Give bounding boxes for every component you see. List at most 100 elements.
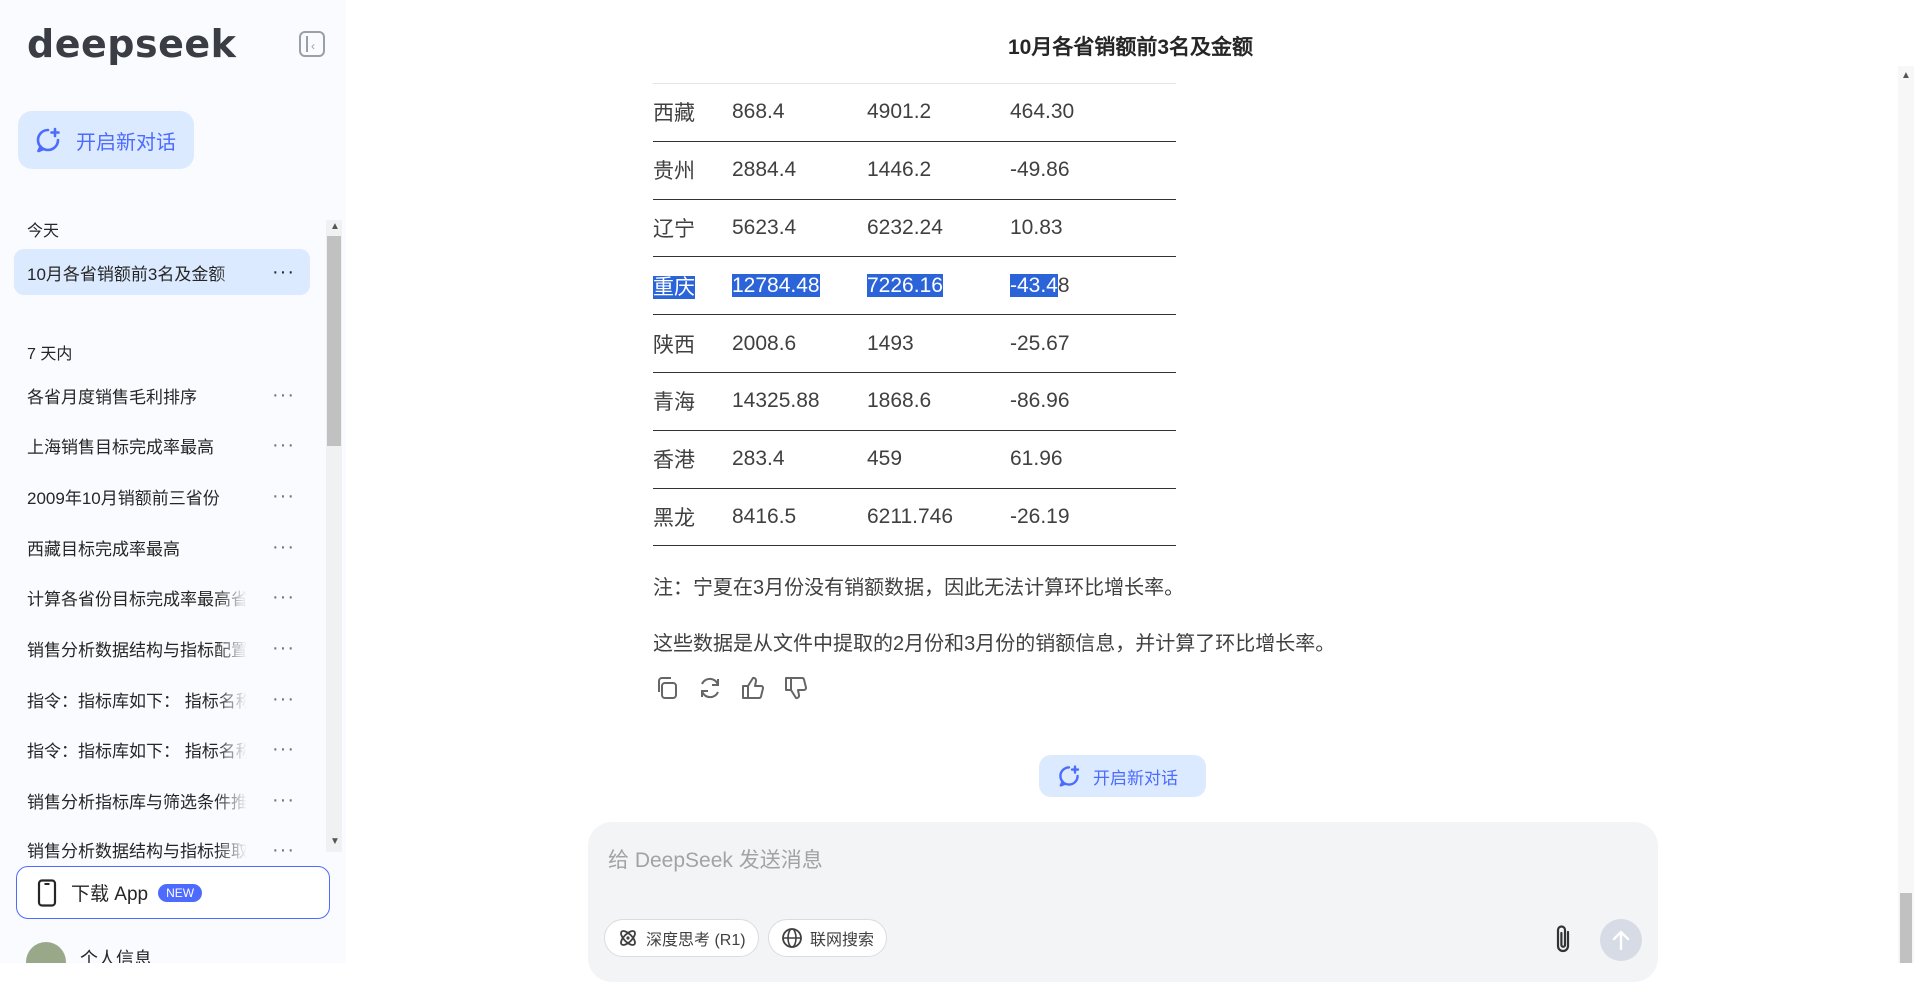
chat-item[interactable]: 上海销售目标完成率最高 ··· bbox=[14, 422, 310, 468]
chat-item[interactable]: 销售分析数据结构与指标配置 ··· bbox=[14, 625, 310, 671]
table-cell: 陕西 bbox=[653, 314, 732, 373]
new-chat-label: 开启新对话 bbox=[1093, 768, 1178, 788]
main-scrollbar-thumb[interactable] bbox=[1900, 893, 1912, 963]
table-cell: 14325.88 bbox=[732, 372, 867, 431]
web-search-button[interactable]: 联网搜索 bbox=[768, 919, 888, 957]
table-cell: -49.86 bbox=[1010, 141, 1176, 200]
table-cell: 2008.6 bbox=[732, 314, 867, 373]
sidebar-scrollbar-thumb[interactable] bbox=[327, 236, 341, 446]
chat-item-label: 销售分析数据结构与指标配置 bbox=[27, 640, 247, 660]
section-today-label: 今天 bbox=[27, 223, 60, 240]
table-cell: -86.96 bbox=[1010, 372, 1176, 431]
chat-item-active[interactable]: 10月各省销额前3名及金额 ··· bbox=[14, 249, 310, 295]
message-input-box[interactable]: 给 DeepSeek 发送消息 深度思考 (R1) 联网搜索 bbox=[588, 822, 1658, 982]
new-chat-label: 开启新对话 bbox=[76, 131, 176, 154]
selected-text: 12784.48 bbox=[732, 273, 820, 297]
table-cell: 459 bbox=[867, 430, 1010, 489]
download-app-button[interactable]: 下载 App NEW bbox=[16, 866, 330, 919]
more-options-icon[interactable]: ··· bbox=[272, 384, 295, 407]
chat-item[interactable]: 指令：指标库如下： 指标名称 ··· bbox=[14, 726, 310, 772]
table-cell: 868.4 bbox=[732, 84, 867, 142]
selected-text: 7226.16 bbox=[867, 273, 943, 297]
scroll-up-arrow-icon[interactable]: ▲ bbox=[330, 221, 340, 232]
table-cell: 61.96 bbox=[1010, 430, 1176, 489]
deep-think-button[interactable]: 深度思考 (R1) bbox=[604, 919, 759, 957]
chat-item[interactable]: 各省月度销售毛利排序 ··· bbox=[14, 372, 310, 418]
table-row: 黑龙 8416.5 6211.746 -26.19 bbox=[653, 488, 1176, 547]
table-row: 辽宁 5623.4 6232.24 10.83 bbox=[653, 199, 1176, 258]
chat-item-label: 销售分析数据结构与指标提取 bbox=[27, 842, 247, 861]
section-week-label: 7 天内 bbox=[27, 346, 73, 363]
avatar bbox=[26, 942, 66, 963]
table-cell: 辽宁 bbox=[653, 199, 732, 258]
web-search-label: 联网搜索 bbox=[810, 932, 875, 949]
more-options-icon[interactable]: ··· bbox=[272, 637, 295, 660]
chat-item[interactable]: 计算各省份目标完成率最高省份 ··· bbox=[14, 574, 310, 620]
note-text: 注：宁夏在3月份没有销额数据，因此无法计算环比增长率。 bbox=[653, 577, 1185, 599]
attachment-icon[interactable] bbox=[1548, 922, 1578, 956]
thumbs-down-icon[interactable] bbox=[782, 674, 810, 702]
chat-item[interactable]: 指令：指标库如下： 指标名称 ··· bbox=[14, 676, 310, 722]
table-cell: 香港 bbox=[653, 430, 732, 489]
table-row: 香港 283.4 459 61.96 bbox=[653, 430, 1176, 489]
more-options-icon[interactable]: ··· bbox=[272, 434, 295, 457]
table-cell: 2884.4 bbox=[732, 141, 867, 200]
globe-icon bbox=[782, 928, 802, 948]
deep-think-label: 深度思考 (R1) bbox=[646, 932, 746, 949]
send-button[interactable] bbox=[1600, 919, 1642, 961]
more-options-icon[interactable]: ··· bbox=[272, 688, 295, 711]
arrow-up-icon bbox=[1612, 930, 1630, 951]
main-scrollbar[interactable] bbox=[1898, 66, 1914, 963]
chat-item-label: 西藏目标完成率最高 bbox=[27, 539, 180, 559]
user-profile[interactable]: 个人信息 bbox=[26, 942, 152, 963]
chat-item[interactable]: 销售分析指标库与筛选条件推荐 ··· bbox=[14, 777, 310, 823]
table-cell: 464.30 bbox=[1010, 84, 1176, 142]
table-cell: 1493 bbox=[867, 314, 1010, 373]
regenerate-icon[interactable] bbox=[696, 674, 724, 702]
table-cell: -43.48 bbox=[1010, 256, 1176, 316]
new-chat-center-button[interactable]: 开启新对话 bbox=[1039, 755, 1206, 797]
summary-text: 这些数据是从文件中提取的2月份和3月份的销额信息，并计算了环比增长率。 bbox=[653, 633, 1336, 655]
table-row-selected: 重庆 12784.48 7226.16 -43.48 bbox=[653, 256, 1176, 316]
scroll-down-arrow-icon[interactable]: ▼ bbox=[330, 836, 340, 847]
message-actions bbox=[653, 674, 825, 702]
new-chat-button[interactable]: 开启新对话 bbox=[18, 111, 194, 169]
chat-item-label: 销售分析指标库与筛选条件推荐 bbox=[27, 792, 247, 812]
collapse-sidebar-icon[interactable]: ‹ bbox=[299, 31, 325, 57]
new-chat-icon bbox=[1059, 765, 1080, 787]
table-cell: 西藏 bbox=[653, 84, 732, 142]
table-row: 青海 14325.88 1868.6 -86.96 bbox=[653, 372, 1176, 431]
thumbs-up-icon[interactable] bbox=[739, 674, 767, 702]
chat-item-label: 指令：指标库如下： 指标名称 bbox=[27, 741, 247, 761]
chat-item-label: 各省月度销售毛利排序 bbox=[27, 387, 197, 407]
chat-item-label: 10月各省销额前3名及金额 bbox=[27, 264, 226, 284]
table-row: 陕西 2008.6 1493 -25.67 bbox=[653, 314, 1176, 373]
user-name: 个人信息 bbox=[80, 949, 152, 963]
table-row: 西藏 868.4 4901.2 464.30 bbox=[653, 84, 1176, 142]
table-cell: 8416.5 bbox=[732, 488, 867, 547]
more-options-icon[interactable]: ··· bbox=[272, 261, 295, 284]
table-cell: 4901.2 bbox=[867, 84, 1010, 142]
more-options-icon[interactable]: ··· bbox=[272, 738, 295, 761]
phone-icon bbox=[37, 878, 57, 907]
chat-title: 10月各省销额前3名及金额 bbox=[1008, 36, 1254, 59]
unselected-text: 8 bbox=[1057, 273, 1070, 297]
more-options-icon[interactable]: ··· bbox=[272, 839, 295, 862]
more-options-icon[interactable]: ··· bbox=[272, 586, 295, 609]
table-cell: 1868.6 bbox=[867, 372, 1010, 431]
chat-item[interactable]: 2009年10月销额前三省份 ··· bbox=[14, 473, 310, 519]
deepseek-logo[interactable]: deepseek bbox=[27, 22, 236, 66]
scroll-up-arrow-icon[interactable]: ▲ bbox=[1901, 70, 1911, 81]
more-options-icon[interactable]: ··· bbox=[272, 536, 295, 559]
new-chat-icon bbox=[36, 127, 60, 153]
copy-icon[interactable] bbox=[653, 674, 681, 702]
chat-item-label: 指令：指标库如下： 指标名称 bbox=[27, 691, 247, 711]
message-input[interactable]: 给 DeepSeek 发送消息 bbox=[608, 844, 823, 874]
sales-table: 西藏 868.4 4901.2 464.30 贵州 2884.4 1446.2 … bbox=[653, 84, 1176, 547]
sidebar: deepseek ‹ 开启新对话 今天 10月各省销额前3名及金额 ··· 7 … bbox=[0, 0, 346, 963]
more-options-icon[interactable]: ··· bbox=[272, 485, 295, 508]
more-options-icon[interactable]: ··· bbox=[272, 789, 295, 812]
chat-item[interactable]: 销售分析数据结构与指标提取 ··· bbox=[14, 826, 310, 862]
chat-item[interactable]: 西藏目标完成率最高 ··· bbox=[14, 524, 310, 570]
table-cell: 重庆 bbox=[653, 256, 732, 316]
